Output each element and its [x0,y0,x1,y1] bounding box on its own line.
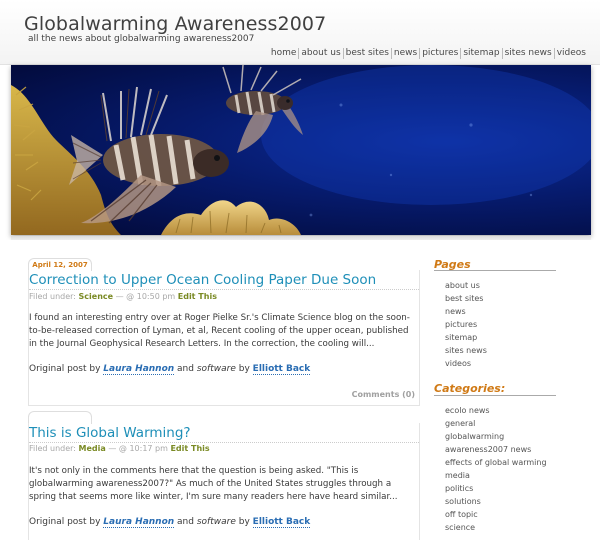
post-time: — @ 10:17 pm [108,444,168,453]
credit-software: software [196,517,236,527]
sidebar-category-item[interactable]: ecolo news [445,406,490,415]
software-author-link[interactable]: Elliott Back [252,364,311,375]
main-nav: home about us best sites news pictures s… [269,48,588,59]
site-tagline: all the news about globalwarming awarene… [28,34,255,44]
credit-prefix: Original post by [29,517,101,527]
post-excerpt: It's not only in the comments here that … [29,466,398,502]
credit-prefix: Original post by [29,364,101,374]
credit-and: and [177,517,194,527]
post-credit: Original post by Laura Hannon and softwa… [29,364,311,375]
credit-software: software [196,364,236,374]
sidebar-page-news[interactable]: news [445,307,466,316]
post-title-link[interactable]: This is Global Warming? [29,425,191,441]
post-category-link[interactable]: Science [79,292,114,301]
credit-and: and [177,364,194,374]
credit-by: by [238,517,250,527]
post-card: This is Global Warming? Filed under: Med… [28,423,420,540]
site-header: Globalwarming Awareness2007 all the news… [0,0,600,65]
sidebar-category-item[interactable]: awareness2007 news [445,445,531,454]
post-title-divider [29,289,419,290]
nav-pictures[interactable]: pictures [419,48,460,59]
sidebar-divider [434,395,556,396]
software-author-link[interactable]: Elliott Back [252,517,311,528]
header-banner-image [11,65,591,235]
author-link[interactable]: Laura Hannon [103,364,175,375]
sidebar-page-best-sites[interactable]: best sites [445,294,483,303]
post-category-link[interactable]: Media [79,444,106,453]
nav-home[interactable]: home [269,48,299,59]
sidebar-page-sites-news[interactable]: sites news [445,346,487,355]
sidebar-page-videos[interactable]: videos [445,359,471,368]
sidebar-page-pictures[interactable]: pictures [445,320,477,329]
comments-link[interactable]: Comments (0) [352,390,415,399]
site-title[interactable]: Globalwarming Awareness2007 [24,13,326,35]
sidebar-page-sitemap[interactable]: sitemap [445,333,477,342]
nav-sitemap[interactable]: sitemap [460,48,501,59]
post-title-divider [29,442,419,443]
post-title-link[interactable]: Correction to Upper Ocean Cooling Paper … [29,272,376,288]
page: Globalwarming Awareness2007 all the news… [0,0,600,540]
credit-by: by [238,364,250,374]
nav-about-us[interactable]: about us [298,48,342,59]
lionfish-reef-illustration [11,65,591,235]
edit-this-link[interactable]: Edit This [178,292,217,301]
nav-videos[interactable]: videos [553,48,588,59]
sidebar-page-about-us[interactable]: about us [445,281,480,290]
filed-under-label: Filed under: [29,444,76,453]
nav-sites-news[interactable]: sites news [501,48,554,59]
sidebar-divider [434,270,556,271]
sidebar-category-item[interactable]: media [445,471,470,480]
sidebar-category-item[interactable]: general [445,419,475,428]
sidebar-category-item[interactable]: solutions [445,497,481,506]
sidebar-category-item[interactable]: globalwarming [445,432,504,441]
edit-this-link[interactable]: Edit This [170,444,209,453]
nav-news[interactable]: news [390,48,419,59]
post-credit: Original post by Laura Hannon and softwa… [29,517,311,528]
sidebar-categories-heading: Categories: [434,382,506,395]
post-meta: Filed under: Media — @ 10:17 pm Edit Thi… [29,444,210,453]
author-link[interactable]: Laura Hannon [103,517,175,528]
sidebar-category-item[interactable]: politics [445,484,473,493]
post-excerpt: I found an interesting entry over at Rog… [29,313,410,349]
filed-under-label: Filed under: [29,292,76,301]
sidebar-category-item[interactable]: effects of global warming [445,458,547,467]
sidebar-category-item[interactable]: science [445,523,475,532]
post-meta: Filed under: Science — @ 10:50 pm Edit T… [29,292,217,301]
nav-best-sites[interactable]: best sites [342,48,391,59]
sidebar-category-item[interactable]: off topic [445,510,478,519]
post-time: — @ 10:50 pm [115,292,176,301]
post-card: Correction to Upper Ocean Cooling Paper … [28,270,420,406]
